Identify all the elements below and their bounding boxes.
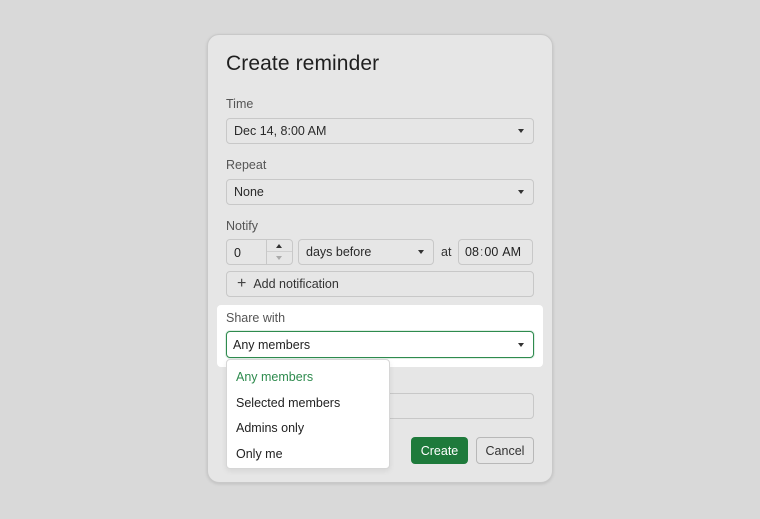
option-selected-members[interactable]: Selected members xyxy=(236,396,340,410)
minute-field[interactable]: 00 xyxy=(484,245,498,259)
add-notification-button[interactable]: + Add notification xyxy=(226,271,534,297)
chevron-down-icon xyxy=(518,129,524,133)
dialog-title: Create reminder xyxy=(226,52,380,75)
option-admins-only[interactable]: Admins only xyxy=(236,421,304,435)
share-with-label: Share with xyxy=(226,311,286,325)
share-with-dropdown: Any members Selected members Admins only… xyxy=(226,359,390,469)
cancel-button[interactable]: Cancel xyxy=(476,437,534,464)
ampm-field[interactable]: AM xyxy=(502,245,521,259)
notify-unit-select[interactable]: days before xyxy=(298,239,434,265)
option-any-members[interactable]: Any members xyxy=(236,370,313,384)
notify-unit-value: days before xyxy=(306,245,372,259)
plus-icon: + xyxy=(237,275,247,292)
notify-time-input[interactable]: 08 : 00 AM xyxy=(458,239,533,265)
notify-amount-value: 0 xyxy=(234,246,241,260)
time-label: Time xyxy=(226,97,254,111)
hour-field[interactable]: 08 xyxy=(465,245,479,259)
option-only-me[interactable]: Only me xyxy=(236,447,283,461)
chevron-down-icon xyxy=(518,342,524,347)
chevron-down-icon xyxy=(518,190,524,194)
chevron-down-icon xyxy=(418,250,424,254)
repeat-label: Repeat xyxy=(226,158,267,172)
repeat-value: None xyxy=(234,185,264,199)
notify-amount-stepper[interactable]: 0 xyxy=(226,239,293,265)
create-button[interactable]: Create xyxy=(411,437,468,464)
at-label: at xyxy=(441,245,452,259)
repeat-select[interactable]: None xyxy=(226,179,534,205)
chevron-down-icon xyxy=(276,256,282,260)
time-value: Dec 14, 8:00 AM xyxy=(234,124,327,138)
add-notification-label: Add notification xyxy=(253,277,339,291)
chevron-up-icon xyxy=(276,244,282,248)
share-with-select[interactable]: Any members xyxy=(226,331,534,358)
share-with-value: Any members xyxy=(233,337,311,352)
increment-button[interactable] xyxy=(267,240,292,252)
decrement-button[interactable] xyxy=(267,252,292,264)
time-select[interactable]: Dec 14, 8:00 AM xyxy=(226,118,534,144)
stepper-buttons xyxy=(266,240,292,264)
notify-label: Notify xyxy=(226,219,258,233)
